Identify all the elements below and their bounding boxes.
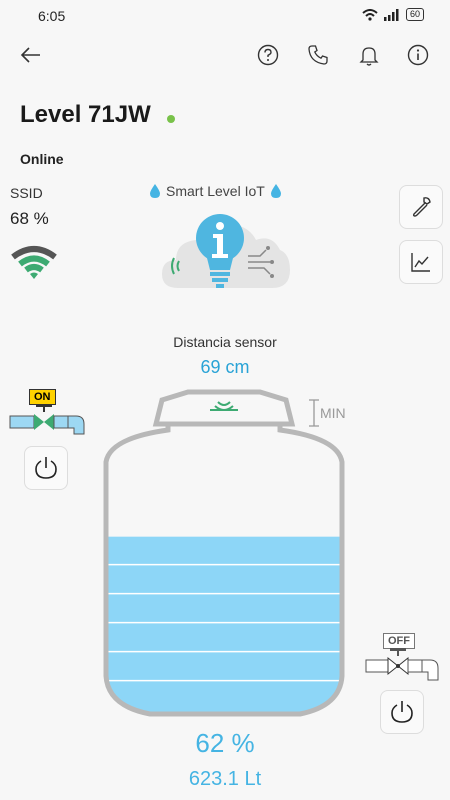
back-button[interactable] [17, 41, 45, 69]
bell-icon [359, 47, 379, 66]
volume-liters: 623.1 Lt [188, 768, 262, 790]
status-icons: 60 [362, 8, 424, 21]
phone-icon [308, 45, 328, 65]
min-marker-icon [309, 399, 319, 427]
sensor-distance-value: 69 cm [200, 357, 250, 377]
help-button[interactable] [254, 41, 282, 69]
water-drop-icon [150, 184, 160, 198]
level-percent: 62 % [195, 728, 255, 758]
connection-status: Online [20, 151, 64, 167]
notifications-button[interactable] [355, 41, 383, 69]
brand-name: Smart Level IoT [166, 183, 265, 199]
device-title: Level 71JW [20, 101, 151, 128]
chart-icon [411, 253, 430, 272]
wifi-signal-icon [362, 8, 378, 21]
status-time: 6:05 [38, 8, 66, 24]
outlet-valve-state-badge: OFF [383, 633, 415, 649]
call-button[interactable] [304, 41, 332, 69]
settings-button[interactable] [399, 185, 443, 229]
wifi-strength-icon [11, 246, 57, 279]
power-icon [35, 457, 57, 479]
cell-signal-icon [383, 8, 399, 21]
brand-header: Smart Level IoT [150, 183, 281, 199]
wrench-icon [412, 197, 431, 217]
water-drop-icon [270, 184, 281, 198]
smart-level-logo [162, 214, 290, 288]
inlet-valve-state-badge: ON [29, 389, 56, 405]
inlet-valve-icon [9, 404, 85, 435]
online-indicator-dot [167, 115, 175, 123]
battery-indicator: 60 [405, 8, 424, 21]
min-level-label: MIN [320, 405, 346, 421]
ssid-label: SSID [10, 185, 43, 201]
sensor-distance-label: Distancia sensor [173, 334, 277, 350]
question-icon [257, 44, 279, 66]
outlet-valve-icon [365, 648, 439, 681]
wifi-signal-value: 68 % [10, 209, 49, 228]
arrow-left-icon [20, 47, 40, 63]
inlet-power-button[interactable] [24, 446, 68, 490]
power-icon [391, 701, 413, 723]
history-chart-button[interactable] [399, 240, 443, 284]
info-icon [407, 44, 429, 66]
info-button[interactable] [404, 41, 432, 69]
water-tank [103, 389, 345, 717]
